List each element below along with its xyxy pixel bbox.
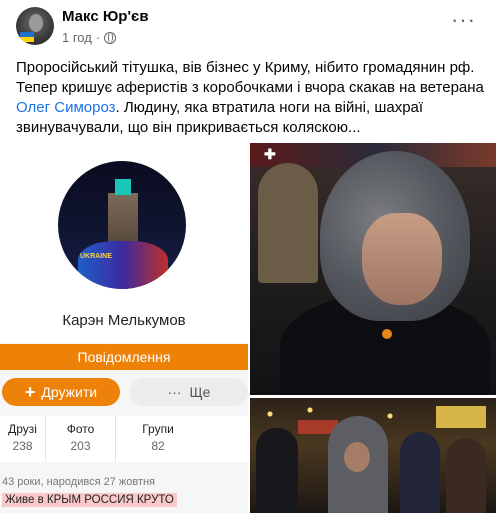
stat-value: 203 (70, 439, 91, 453)
profile-name: Карэн Мелькумов (62, 312, 186, 329)
crowd-shape (78, 241, 168, 289)
cross-symbol: ✚ (264, 146, 276, 162)
avatar-face (29, 14, 43, 32)
person-silhouette (446, 438, 486, 513)
separator-dot: · (95, 30, 101, 45)
orange-pin (382, 329, 392, 339)
stat-label: Фото (66, 422, 95, 436)
stat-label: Друзі (8, 422, 37, 436)
add-friend-button[interactable]: + Дружити (2, 378, 120, 406)
face-shape (362, 213, 442, 305)
photo-banner-text: UKRAINE (80, 253, 112, 260)
profile-card: UKRAINE Карэн Мелькумов (0, 143, 248, 343)
background-person (258, 163, 318, 283)
stat-photos: Фото 203 (46, 416, 116, 462)
ellipsis-icon: ··· (167, 384, 182, 400)
message-button[interactable]: Повідомлення (0, 344, 248, 370)
post-meta: 1 год · (62, 30, 117, 45)
photo-man-in-hood[interactable]: ✚ (250, 143, 496, 395)
plus-icon: + (24, 382, 36, 402)
ukraine-flag-icon (20, 32, 34, 42)
profile-bio: 43 роки, народився 27 жовтня (2, 476, 156, 488)
profile-stats: Друзі 238 Фото 203 Групи 82 (0, 416, 248, 462)
more-options-icon[interactable]: ··· (451, 9, 476, 31)
stat-value: 238 (12, 439, 33, 453)
profile-photo: UKRAINE (58, 161, 186, 289)
shop-sign (436, 406, 486, 428)
person-silhouette (400, 432, 440, 513)
facebook-post: Макс Юр'єв 1 год · ··· Проросійський тіт… (0, 0, 496, 513)
mention-link[interactable]: Олег Симороз (16, 99, 116, 116)
post-text-part1: Проросійський тітушка, вів бізнес у Крим… (16, 59, 484, 96)
stat-label: Групи (142, 422, 174, 436)
author-avatar[interactable] (16, 7, 54, 45)
profile-status: Живе в КРЫМ РОССИЯ КРУТО (2, 493, 177, 507)
post-media-grid[interactable]: UKRAINE Карэн Мелькумов Повідомлення + Д… (0, 143, 496, 513)
author-name[interactable]: Макс Юр'єв (62, 8, 149, 25)
profile-screenshot[interactable]: UKRAINE Карэн Мелькумов Повідомлення + Д… (0, 143, 248, 513)
globe-icon[interactable] (104, 31, 117, 44)
stat-groups: Групи 82 (116, 416, 200, 462)
add-friend-label: Дружити (41, 384, 98, 400)
photo-crowd-street[interactable] (250, 398, 496, 513)
more-button[interactable]: ··· Ще (130, 378, 248, 406)
person-silhouette (256, 428, 298, 513)
more-label: Ще (189, 384, 211, 400)
stat-value: 82 (151, 439, 165, 453)
stat-friends: Друзі 238 (0, 416, 46, 462)
post-header: Макс Юр'єв 1 год · ··· (0, 0, 496, 52)
post-time[interactable]: 1 год (62, 30, 92, 45)
post-text: Проросійський тітушка, вів бізнес у Крим… (16, 58, 486, 138)
tower-light (115, 179, 131, 195)
hooded-person-face (344, 442, 370, 472)
